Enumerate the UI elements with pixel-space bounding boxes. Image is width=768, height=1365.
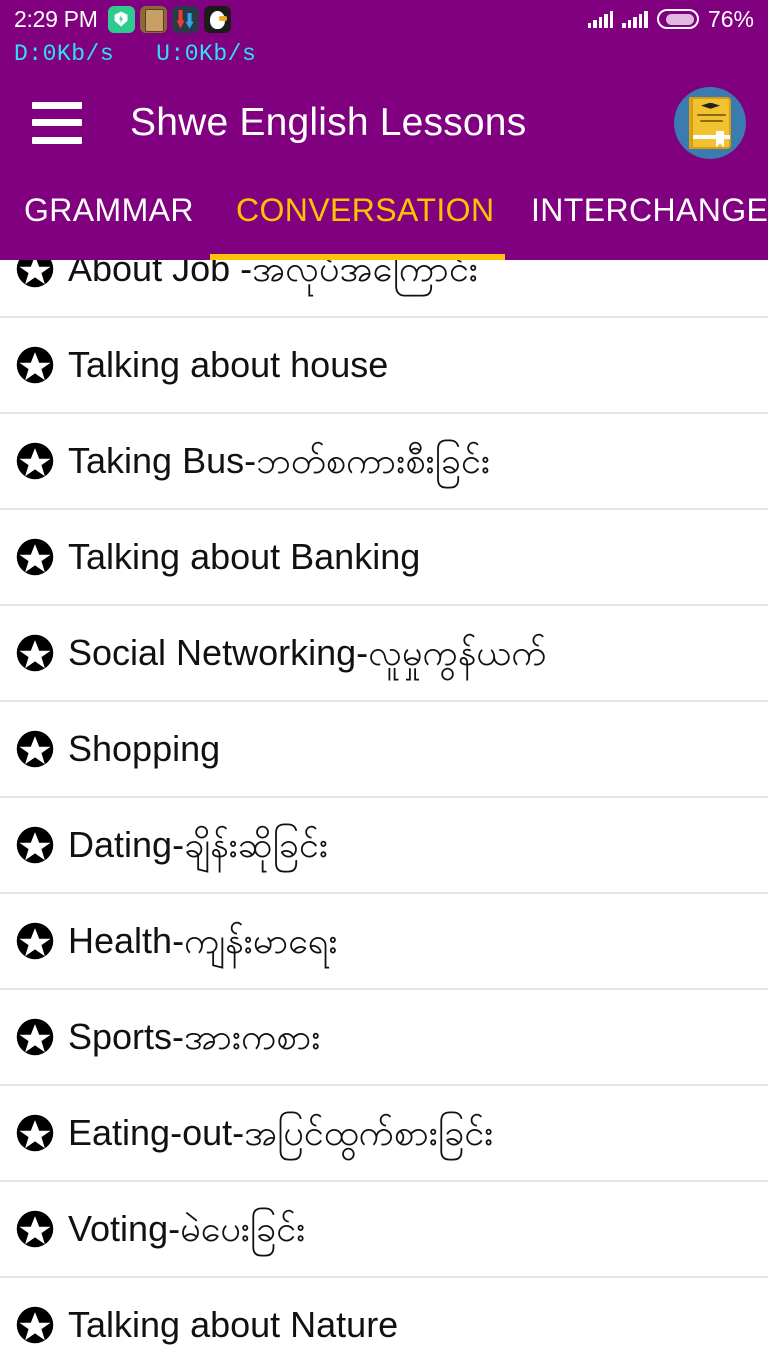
tab-bar: GRAMMAR CONVERSATION INTERCHANGE — [0, 175, 768, 260]
tab-interchange[interactable]: INTERCHANGE — [531, 192, 768, 229]
list-item[interactable]: Dating-ချိန်းဆိုခြင်း — [0, 798, 768, 894]
upload-speed: U:0Kb/s — [156, 41, 257, 67]
battery-percentage: 76% — [707, 5, 754, 32]
security-shield-icon — [107, 5, 135, 33]
list-item[interactable]: Social Networking-လူမှုကွန်ယက် — [0, 606, 768, 702]
list-item[interactable]: Talking about Nature — [0, 1278, 768, 1365]
book-app-icon — [139, 5, 167, 33]
list-item[interactable]: Talking about house — [0, 318, 768, 414]
tab-conversation[interactable]: CONVERSATION — [236, 192, 494, 229]
status-time: 2:29 PM — [14, 5, 98, 32]
list-item-label: Social Networking-လူမှုကွန်ယက် — [68, 632, 547, 674]
list-item-label: Talking about Banking — [68, 536, 421, 578]
list-item-label: Sports-အားကစား — [68, 1016, 321, 1058]
list-item[interactable]: Health-ကျန်းမာရေး — [0, 894, 768, 990]
puffin-browser-icon — [203, 5, 231, 33]
status-right-cluster: 76% — [587, 5, 754, 33]
list-item[interactable]: Sports-အားကစား — [0, 990, 768, 1086]
list-item[interactable]: Shopping — [0, 702, 768, 798]
star-icon — [16, 346, 54, 384]
app-logo-book-icon[interactable] — [674, 86, 746, 159]
list-item-label: Talking about Nature — [68, 1304, 399, 1346]
list-item-label: Dating-ချိန်းဆိုခြင်း — [68, 824, 328, 866]
status-tray-icons — [107, 5, 231, 33]
list-item-label: Talking about house — [68, 344, 389, 386]
list-item[interactable]: Eating-out-အပြင်ထွက်စားခြင်း — [0, 1086, 768, 1182]
network-speed-bar: D:0Kb/s U:0Kb/s — [0, 38, 768, 70]
tab-grammar[interactable]: GRAMMAR — [24, 192, 194, 229]
hamburger-menu-icon[interactable] — [32, 101, 82, 144]
list-item[interactable]: Talking about Banking — [0, 510, 768, 606]
star-icon — [16, 1018, 54, 1056]
list-item-label: Eating-out-အပြင်ထွက်စားခြင်း — [68, 1112, 494, 1154]
download-manager-icon — [171, 5, 199, 33]
list-item-label: Voting-မဲပေးခြင်း — [68, 1208, 306, 1250]
star-icon — [16, 1210, 54, 1248]
download-speed: D:0Kb/s — [14, 41, 115, 67]
list-item[interactable]: Voting-မဲပေးခြင်း — [0, 1182, 768, 1278]
star-icon — [16, 730, 54, 768]
app-screen: 2:29 PM 76% D:0Kb/s U:0Kb/s Shwe English… — [0, 0, 768, 1365]
lesson-list: About Job -အလုပ်အကြောင်း Talking about ho… — [0, 222, 768, 1365]
status-bar: 2:29 PM 76% — [0, 0, 768, 38]
star-icon — [16, 634, 54, 672]
battery-icon — [656, 9, 699, 29]
star-icon — [16, 1114, 54, 1152]
signal-bars-sim1-icon — [587, 10, 614, 28]
signal-bars-sim2-icon — [622, 10, 648, 28]
list-item[interactable]: Taking Bus-ဘတ်စကားစီးခြင်း — [0, 414, 768, 510]
page-title: Shwe English Lessons — [130, 100, 527, 144]
list-item-label: Shopping — [68, 728, 221, 770]
app-bar: Shwe English Lessons — [0, 70, 768, 175]
star-icon — [16, 538, 54, 576]
list-item-label: Taking Bus-ဘတ်စကားစီးခြင်း — [68, 440, 491, 482]
star-icon — [16, 442, 54, 480]
list-item-label: Health-ကျန်းမာရေး — [68, 920, 338, 962]
star-icon — [16, 922, 54, 960]
active-tab-indicator — [210, 254, 505, 260]
star-icon — [16, 1306, 54, 1344]
star-icon — [16, 826, 54, 864]
